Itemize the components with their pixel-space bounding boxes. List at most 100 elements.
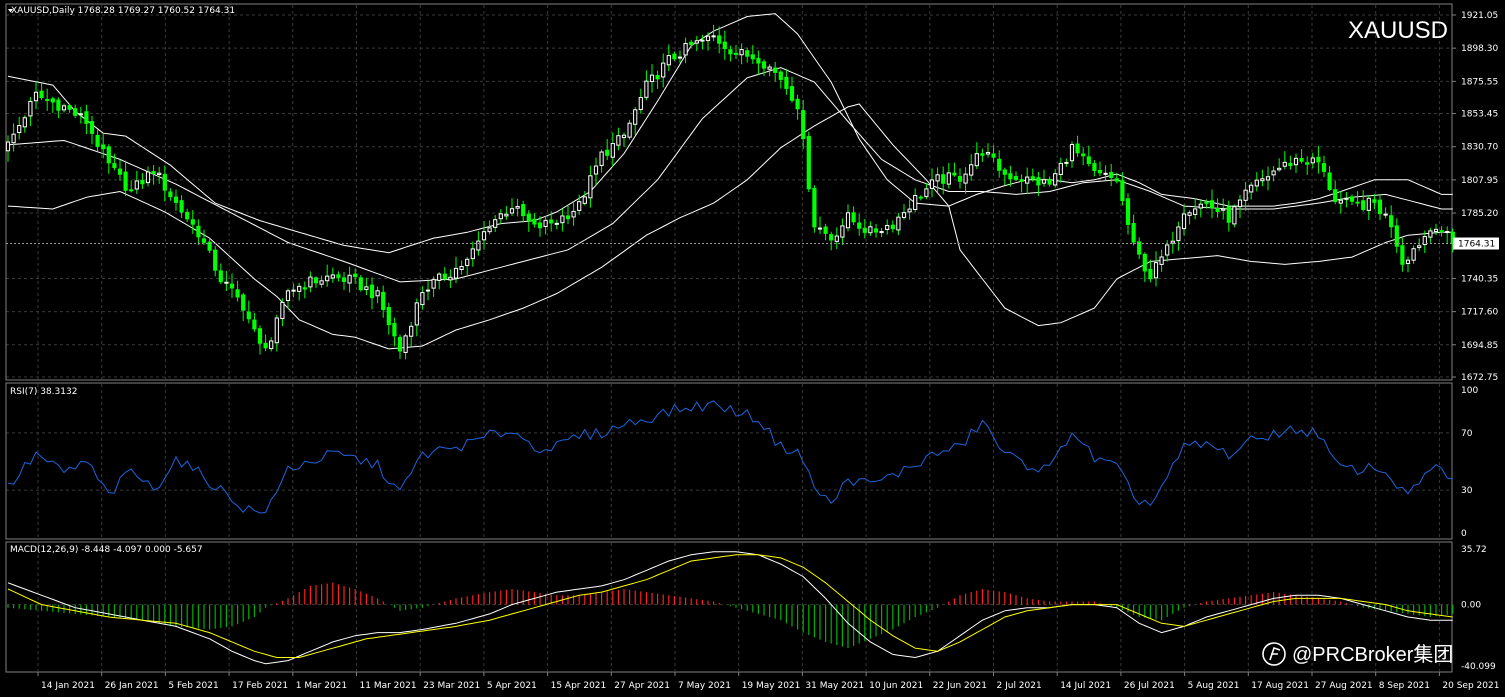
candle-body [515,205,520,209]
candle-body [918,196,923,199]
time-axis-label: 15 Apr 2021 [551,681,607,691]
trading-chart[interactable]: XAUUSD,Daily 1768.28 1769.27 1760.52 176… [0,0,1505,697]
candle-body [246,311,251,320]
candle-body [1053,173,1058,186]
candle-body [1142,253,1147,272]
candle-body [1316,156,1321,163]
candle-body [907,208,912,213]
candle-body [913,195,918,211]
price-axis-label: 1898.30 [1461,44,1498,54]
candle-body [190,219,195,225]
candle-body [89,121,95,134]
candle-body [386,307,391,326]
candle-body [890,224,895,230]
time-axis-label: 5 Feb 2021 [168,681,218,691]
candle-body [694,40,699,44]
candle-body [806,135,811,190]
candle-body [50,98,55,103]
candle-body [963,173,968,184]
candle-body [521,204,526,217]
time-axis-label: 20 Sep 2021 [1442,681,1499,691]
price-axis-label: 1921.05 [1461,11,1498,21]
candle-body [397,336,403,352]
candle-body [498,213,503,220]
candle-body [941,174,946,184]
candle-body [179,200,184,213]
candle-body [369,284,375,299]
candle-body [123,171,128,191]
candle-body [476,240,481,251]
candle-body [857,222,862,229]
candle-body [168,191,173,198]
time-axis-label: 11 Mar 2021 [360,681,417,691]
candle-body [347,274,352,284]
candle-body [403,335,408,353]
candle-body [554,222,559,225]
watermark-text: @PRCBroker集团 [1292,643,1453,666]
rsi-axis-label: 100 [1461,386,1478,396]
candle-body [151,171,156,175]
candle-body [700,39,705,42]
candle-body [218,270,223,283]
candle-body [117,168,123,175]
candle-body [722,41,727,50]
candle-body [470,248,475,260]
candle-body [459,266,464,270]
candle-body [257,328,263,344]
candle-body [801,110,806,139]
candle-body [901,212,907,218]
candle-body [330,274,335,279]
candle-body [437,273,442,281]
candle-body [235,289,240,298]
candle-body [1187,212,1192,216]
candle-body [442,273,447,280]
candle-body [621,134,627,139]
candle-body [577,201,582,211]
candle-body [873,228,879,233]
candle-body [73,108,78,116]
candle-body [773,67,778,73]
candle-body [224,281,229,284]
candle-body [33,91,39,102]
candle-body [560,215,565,224]
candle-body [78,113,83,116]
candle-body [616,135,621,146]
candle-body [1271,170,1276,176]
candle-body [655,75,660,80]
candle-body [761,61,767,69]
candle-body [969,164,974,176]
candle-body [28,100,33,117]
candle-body [834,235,839,242]
candle-body [263,342,268,349]
time-axis-label: 26 Jan 2021 [105,681,159,691]
candle-body [991,153,996,158]
candle-body [1288,162,1293,167]
candle-body [1232,206,1237,225]
candle-body [532,218,537,225]
candle-body [929,179,935,189]
candle-body [1013,176,1019,180]
candle-body [431,279,436,289]
candle-body [448,276,453,281]
price-axis-label: 1853.45 [1461,110,1498,120]
candle-body [11,133,16,144]
candle-body [896,216,901,231]
candle-body [1176,226,1181,242]
candle-body [1310,157,1315,164]
candle-body [789,86,795,101]
price-axis-label: 1717.60 [1461,308,1498,318]
candle-body [157,172,162,175]
candle-body [733,52,739,55]
candle-body [812,187,817,228]
candle-body [767,66,772,70]
candle-body [980,153,985,156]
candle-body [1338,199,1343,204]
candle-body [420,292,425,306]
candle-body [22,117,27,128]
candle-body [1366,197,1371,211]
candle-body [1372,199,1377,203]
candle-body [1293,157,1299,166]
rsi-panel-label: RSI(7) 38.3132 [10,387,77,397]
candle-body [1075,143,1080,154]
candle-body [549,219,554,224]
